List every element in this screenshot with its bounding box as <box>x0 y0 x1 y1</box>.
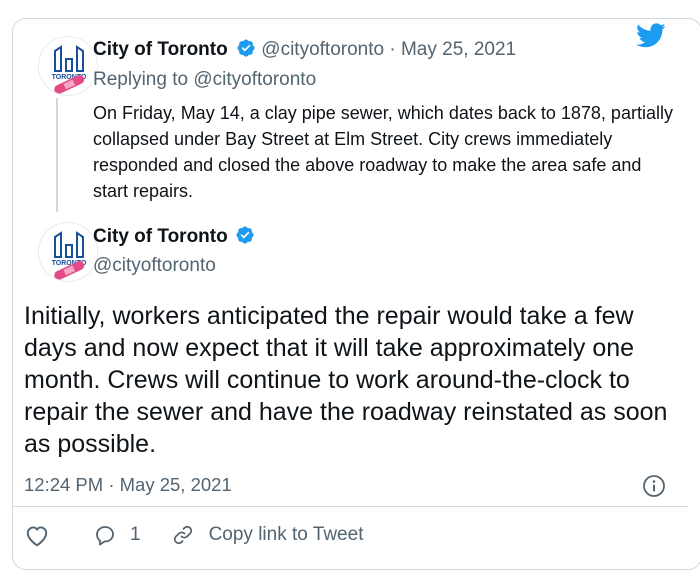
reply-count: 1 <box>130 524 141 545</box>
main-tweet-text: Initially, workers anticipated the repai… <box>24 302 668 458</box>
tweet-actions: 1 Copy link to Tweet <box>24 520 363 550</box>
reply-tweet-header: City of Toronto @cityoftoronto · May 25,… <box>93 38 516 64</box>
like-button[interactable] <box>24 523 50 547</box>
replying-to-handle[interactable]: @cityoftoronto <box>193 69 316 90</box>
tweet-date[interactable]: May 25, 2021 <box>120 474 232 495</box>
info-icon[interactable] <box>642 474 666 503</box>
city-of-toronto-logo-icon: TORONTO <box>39 37 97 95</box>
tweet-timestamp[interactable]: 12:24 PM · May 25, 2021 <box>24 474 232 496</box>
display-name[interactable]: City of Toronto <box>93 226 228 247</box>
link-icon <box>173 525 192 545</box>
tweet-time[interactable]: 12:24 PM <box>24 474 103 495</box>
twitter-bird-icon[interactable] <box>636 22 666 53</box>
verified-badge-icon <box>235 225 255 250</box>
heart-icon <box>26 526 48 547</box>
divider <box>12 506 688 507</box>
handle[interactable]: @cityoftoronto <box>261 39 384 60</box>
avatar-reply[interactable]: TORONTO <box>38 36 98 96</box>
avatar-main[interactable]: TORONTO <box>38 222 98 282</box>
thread-connector <box>56 98 58 212</box>
handle[interactable]: @cityoftoronto <box>93 255 216 277</box>
reply-icon <box>96 526 114 546</box>
reply-button[interactable]: 1 <box>92 523 141 547</box>
replying-to: Replying to @cityoftoronto <box>93 69 316 91</box>
verified-badge-icon <box>236 38 256 64</box>
display-name[interactable]: City of Toronto <box>93 39 228 60</box>
reply-tweet-text: On Friday, May 14, a clay pipe sewer, wh… <box>93 103 673 201</box>
copy-link-label: Copy link to Tweet <box>208 524 364 545</box>
main-tweet-name-row: City of Toronto <box>93 225 255 250</box>
replying-to-label: Replying to <box>93 69 189 90</box>
tweet-date[interactable]: May 25, 2021 <box>401 39 516 60</box>
city-of-toronto-logo-icon: TORONTO <box>39 223 97 281</box>
separator-dot: · <box>108 474 115 495</box>
copy-link-button[interactable]: Copy link to Tweet <box>171 523 364 547</box>
separator-dot: · <box>389 39 396 60</box>
